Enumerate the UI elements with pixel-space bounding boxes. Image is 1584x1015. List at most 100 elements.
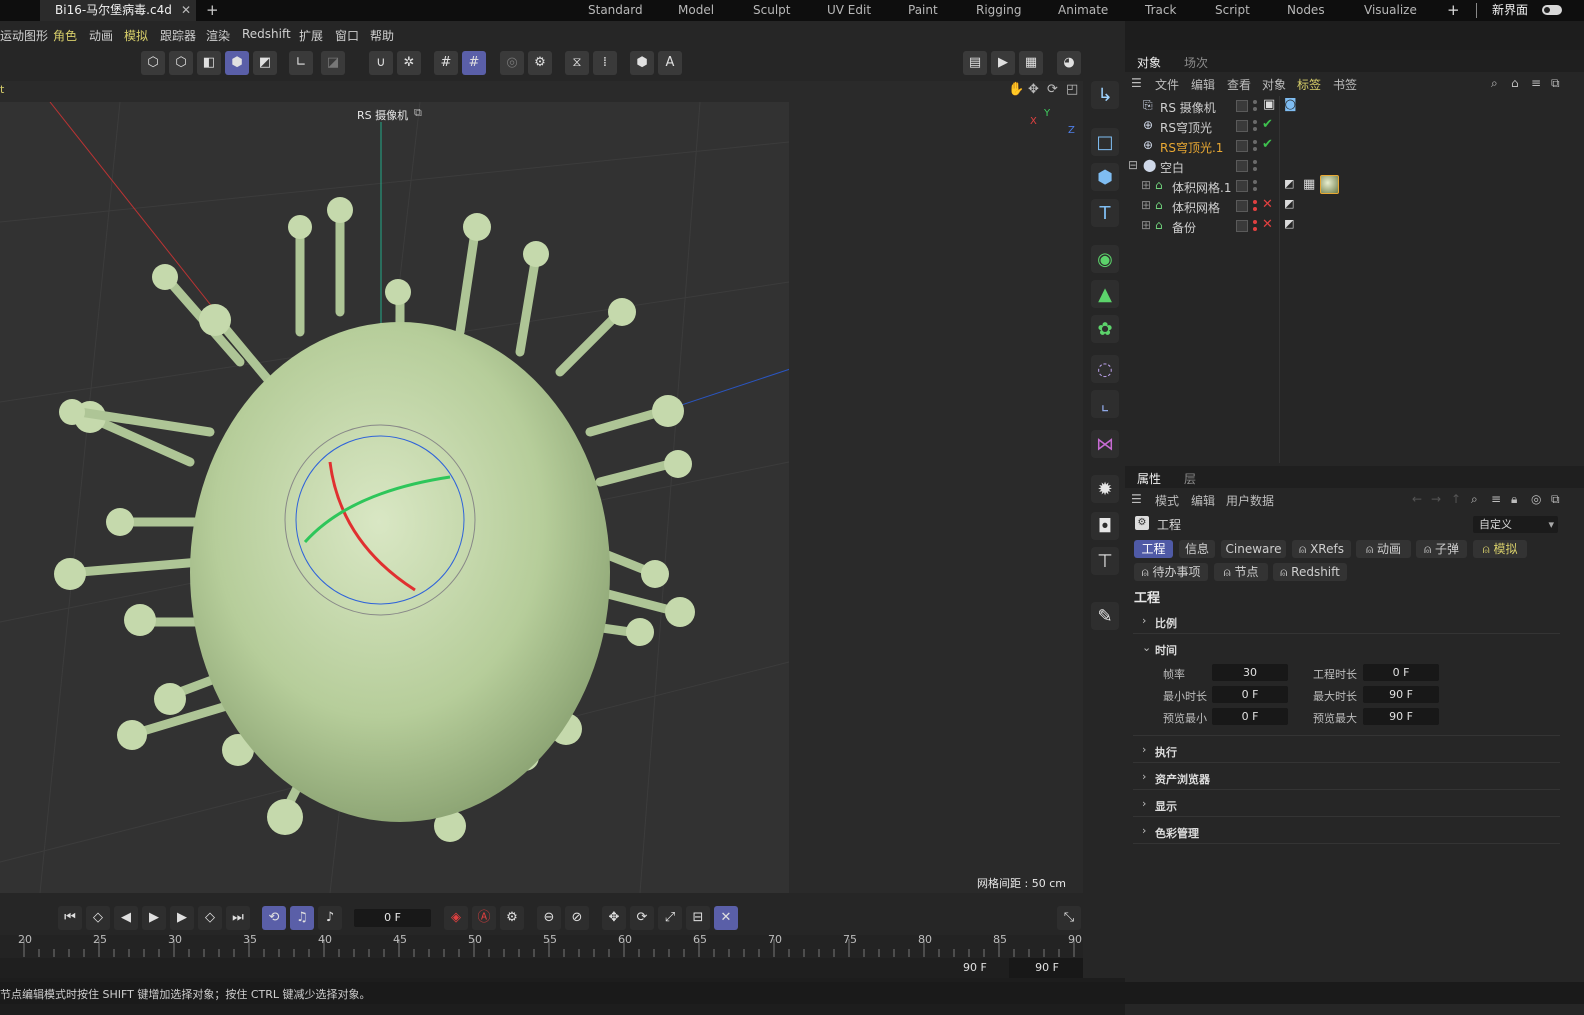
timeline-graph-icon[interactable]: ⤡: [1057, 906, 1081, 930]
layout-script[interactable]: Script: [1215, 0, 1250, 21]
expand-icon[interactable]: ⊞: [1141, 218, 1155, 232]
effector-icon[interactable]: ✿: [1091, 315, 1119, 343]
magnet-icon[interactable]: ∪: [369, 51, 393, 75]
auto-key-icon[interactable]: A: [658, 51, 682, 75]
new-window-icon[interactable]: ⧉: [1551, 76, 1560, 91]
chevron-down-icon[interactable]: ⌄: [1142, 641, 1151, 654]
object-name[interactable]: RS穹顶光: [1160, 119, 1212, 136]
om-menu-bookmarks[interactable]: 书签: [1333, 76, 1357, 93]
target-icon[interactable]: ◎: [500, 51, 524, 75]
menu-simulate[interactable]: 模拟: [124, 27, 148, 44]
attr-search-icon[interactable]: ⌕: [1471, 492, 1478, 507]
object-name[interactable]: 备份: [1172, 219, 1196, 236]
chevron-right-icon[interactable]: ›: [1142, 743, 1146, 756]
key-parameter-icon[interactable]: ⊟: [686, 906, 710, 930]
editor-visibility-dot[interactable]: [1253, 180, 1257, 184]
layout-nodes[interactable]: Nodes: [1287, 0, 1325, 21]
coordinate-system-icon[interactable]: ↳: [1091, 81, 1119, 109]
render-view-icon[interactable]: ▤: [963, 51, 987, 75]
chip-todo[interactable]: ⍝ 待办事项: [1134, 563, 1208, 581]
layout-uv-edit[interactable]: UV Edit: [827, 0, 871, 21]
new-tab-button[interactable]: +: [206, 0, 219, 20]
object-row[interactable]: ⊕ RS穹顶光 ✔: [1125, 116, 1584, 136]
render-visibility-dot[interactable]: [1253, 107, 1257, 111]
record-icon[interactable]: ◈: [444, 906, 468, 930]
points-mode-icon[interactable]: ⬡: [141, 51, 165, 75]
chevron-right-icon[interactable]: ›: [1142, 797, 1146, 810]
disabled-x-icon[interactable]: ✕: [1262, 217, 1273, 232]
rotate-view-icon[interactable]: ⟳: [1047, 82, 1058, 97]
attr-menu-user-data[interactable]: 用户数据: [1226, 492, 1274, 509]
polygons-mode-icon[interactable]: ◧: [197, 51, 221, 75]
disabled-x-icon[interactable]: ✕: [1262, 197, 1273, 212]
generator-icon[interactable]: ◉: [1091, 245, 1119, 273]
solo-icon[interactable]: ◪: [321, 51, 345, 75]
target-icon-2[interactable]: ◎: [1531, 492, 1541, 506]
group-execute[interactable]: 执行: [1155, 744, 1177, 760]
om-menu-view[interactable]: 查看: [1227, 76, 1251, 93]
layout-visualize[interactable]: Visualize: [1364, 0, 1417, 21]
expand-icon[interactable]: ⊞: [1141, 178, 1155, 192]
object-row[interactable]: ⊞ ⌂ 体积网格 ✕ ◩: [1125, 196, 1584, 216]
chevron-right-icon[interactable]: ›: [1142, 614, 1146, 627]
layout-rigging[interactable]: Rigging: [976, 0, 1021, 21]
edit-toggle-icon[interactable]: [1236, 180, 1248, 192]
chip-xrefs[interactable]: ⍝ XRefs: [1292, 540, 1351, 558]
enabled-check-icon[interactable]: ✔: [1262, 137, 1273, 152]
enabled-check-icon[interactable]: ✔: [1262, 117, 1273, 132]
chip-bullet[interactable]: ⍝ 子弹: [1416, 540, 1467, 558]
gear-target-icon[interactable]: ⚙: [528, 51, 552, 75]
object-icon[interactable]: ⬢: [1091, 163, 1119, 191]
layout-track[interactable]: Track: [1145, 0, 1176, 21]
attr-filter-icon[interactable]: ≡: [1491, 492, 1501, 506]
material-tag-icon[interactable]: [1320, 175, 1339, 194]
phong-tag-icon[interactable]: ◩: [1284, 177, 1294, 190]
cloner-icon[interactable]: ▲: [1091, 280, 1119, 308]
render-visibility-dot[interactable]: [1253, 167, 1257, 171]
render-visibility-dot[interactable]: [1253, 127, 1257, 131]
sound-scrub-icon[interactable]: ♫: [290, 906, 314, 930]
symmetry-settings-icon[interactable]: ⁞: [593, 51, 617, 75]
model-mode-icon[interactable]: ⬢: [225, 51, 249, 75]
key-pla-icon[interactable]: ✕: [714, 906, 738, 930]
group-display[interactable]: 显示: [1155, 798, 1177, 814]
project-length-field[interactable]: 0 F: [1363, 664, 1439, 681]
rs-camera-tag-icon[interactable]: ◙: [1284, 97, 1297, 112]
key-position-icon[interactable]: ✥: [602, 906, 626, 930]
motion-record-icon[interactable]: ⊘: [565, 906, 589, 930]
edit-toggle-icon[interactable]: [1236, 160, 1248, 172]
file-tab[interactable]: Bi16-马尔堡病毒.c4d ✕: [40, 0, 196, 21]
chip-redshift[interactable]: ⍝ Redshift: [1273, 563, 1347, 581]
object-row[interactable]: ⊕ RS穹顶光.1 ✔: [1125, 136, 1584, 156]
chip-simulation[interactable]: ⍝ 模拟: [1473, 540, 1527, 558]
om-menu-edit[interactable]: 编辑: [1191, 76, 1215, 93]
up-arrow-icon[interactable]: ↑: [1451, 492, 1461, 506]
next-frame-icon[interactable]: ▶: [170, 906, 194, 930]
menu-animation[interactable]: 动画: [89, 27, 113, 44]
add-layout-button[interactable]: +: [1447, 0, 1460, 21]
render-icon[interactable]: ▶: [991, 51, 1015, 75]
menu-tracker[interactable]: 跟踪器: [160, 27, 196, 44]
chip-animation[interactable]: ⍝ 动画: [1356, 540, 1411, 558]
tab-attributes[interactable]: 属性: [1137, 470, 1161, 487]
virus-body[interactable]: [190, 322, 610, 822]
go-to-start-icon[interactable]: ⏮: [58, 906, 82, 930]
tab-objects[interactable]: 对象: [1137, 54, 1161, 71]
menu-help[interactable]: 帮助: [370, 27, 394, 44]
camera-tool-icon[interactable]: ◘: [1091, 512, 1119, 540]
object-name[interactable]: 空白: [1160, 159, 1184, 176]
object-name[interactable]: 体积网格.1: [1172, 179, 1231, 196]
menu-window[interactable]: 窗口: [335, 27, 359, 44]
layout-animate[interactable]: Animate: [1058, 0, 1108, 21]
object-name[interactable]: RS穹顶光.1: [1160, 139, 1223, 156]
key-scale-icon[interactable]: ⤢: [658, 906, 682, 930]
min-time-field[interactable]: 0 F: [1212, 686, 1288, 703]
filter-icon[interactable]: ≡: [1531, 76, 1541, 90]
attr-menu-edit[interactable]: 编辑: [1191, 492, 1215, 509]
chip-cineware[interactable]: Cineware: [1221, 540, 1286, 558]
attr-menu-mode[interactable]: 模式: [1155, 492, 1179, 509]
cube-primitive-icon[interactable]: □: [1091, 128, 1119, 156]
ar-icon[interactable]: ◕: [1057, 51, 1081, 75]
grid-snap-active-icon[interactable]: #: [462, 51, 486, 75]
edit-toggle-icon[interactable]: [1236, 200, 1248, 212]
